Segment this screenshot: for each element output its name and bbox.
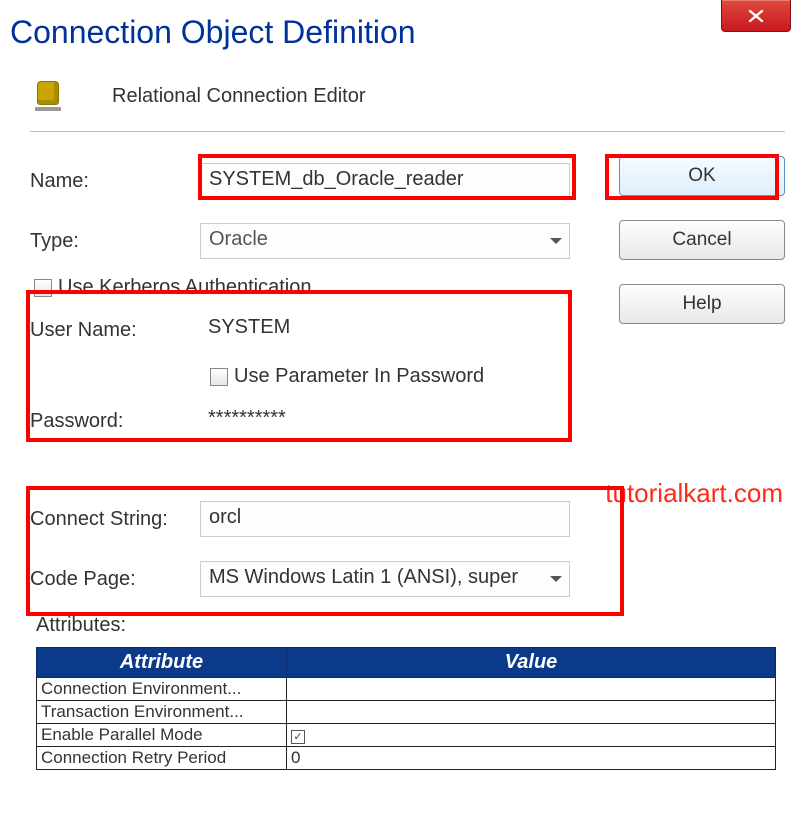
watermark: tutorialkart.com [605, 478, 783, 509]
ok-button[interactable]: OK [619, 156, 785, 196]
value-cell[interactable] [287, 678, 776, 701]
connect-string-input[interactable]: orcl [200, 501, 570, 537]
help-button[interactable]: Help [619, 284, 785, 324]
editor-header-title: Relational Connection Editor [112, 85, 366, 108]
use-param-password-label: Use Parameter In Password [234, 365, 484, 388]
attr-cell: Connection Retry Period [37, 747, 287, 770]
table-row: Connection Retry Period 0 [37, 747, 776, 770]
chevron-down-icon [550, 238, 562, 244]
table-row: Enable Parallel Mode [37, 724, 776, 747]
code-page-select[interactable]: MS Windows Latin 1 (ANSI), super [200, 561, 570, 597]
code-page-value: MS Windows Latin 1 (ANSI), super [200, 561, 570, 597]
attr-cell: Connection Environment... [37, 678, 287, 701]
kerberos-checkbox[interactable] [34, 279, 52, 297]
dialog-title: Connection Object Definition [0, 0, 811, 61]
close-icon [748, 9, 764, 23]
parallel-mode-checkbox[interactable] [291, 730, 305, 744]
user-name-input[interactable]: SYSTEM [200, 312, 570, 348]
kerberos-label: Use Kerberos Authentication [58, 276, 312, 299]
close-button[interactable] [721, 0, 791, 32]
editor-header: Relational Connection Editor [30, 61, 785, 132]
use-param-password-checkbox[interactable] [210, 368, 228, 386]
attributes-table: Attribute Value Connection Environment..… [36, 647, 776, 770]
password-label: Password: [30, 410, 200, 433]
table-row: Transaction Environment... [37, 701, 776, 724]
attributes-label: Attributes: [36, 614, 785, 637]
cancel-button[interactable]: Cancel [619, 220, 785, 260]
name-input[interactable]: SYSTEM_db_Oracle_reader [200, 163, 570, 199]
attr-header-attribute: Attribute [37, 648, 287, 678]
value-cell[interactable]: 0 [287, 747, 776, 770]
database-icon [34, 81, 62, 111]
type-select[interactable]: Oracle [200, 223, 570, 259]
attr-cell: Transaction Environment... [37, 701, 287, 724]
attr-cell: Enable Parallel Mode [37, 724, 287, 747]
attr-header-value: Value [287, 648, 776, 678]
name-label: Name: [30, 170, 200, 193]
user-name-label: User Name: [30, 319, 200, 342]
type-value: Oracle [200, 223, 570, 259]
type-label: Type: [30, 230, 200, 253]
chevron-down-icon [550, 576, 562, 582]
value-cell[interactable] [287, 701, 776, 724]
value-cell[interactable] [287, 724, 776, 747]
code-page-label: Code Page: [30, 568, 200, 591]
table-row: Connection Environment... [37, 678, 776, 701]
password-input[interactable]: ********** [200, 403, 570, 439]
connect-string-label: Connect String: [30, 508, 200, 531]
